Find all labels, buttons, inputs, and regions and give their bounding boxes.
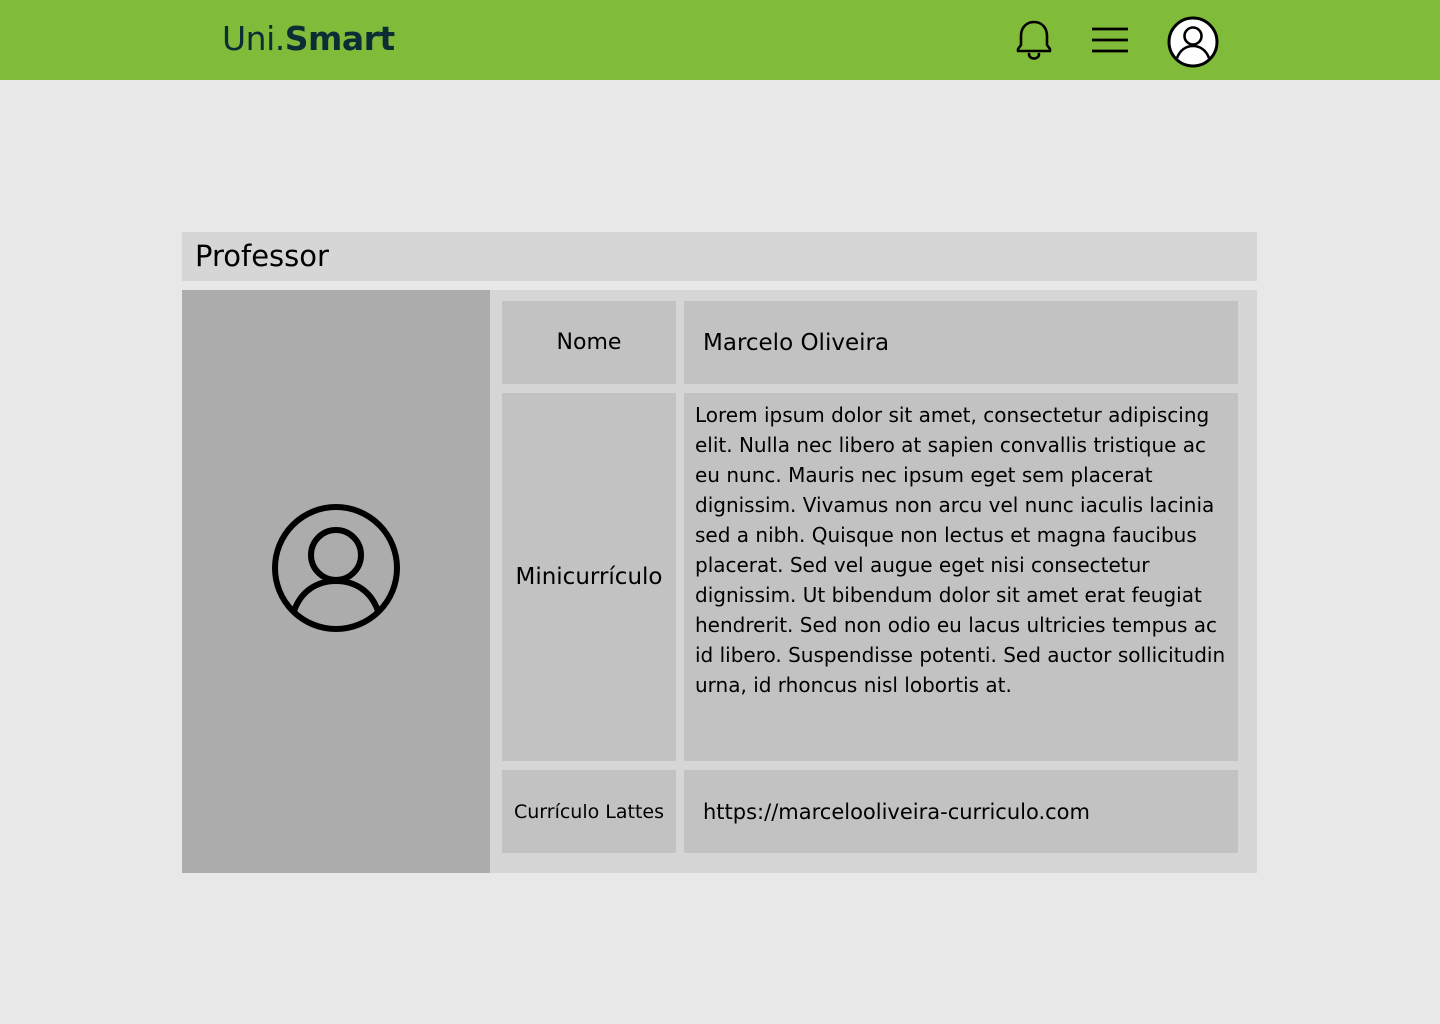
section-header: Professor [182, 232, 1257, 281]
brand-logo[interactable]: Uni.Smart [222, 19, 395, 59]
profile-photo-panel [182, 290, 490, 873]
account-icon-graphic [1167, 16, 1219, 68]
name-label-cell: Nome [502, 301, 676, 384]
lattes-value-cell: https://marcelooliveira-curriculo.com [684, 770, 1238, 853]
bio-text: Lorem ipsum dolor sit amet, consectetur … [695, 403, 1226, 697]
brand-strong: Smart [284, 19, 395, 58]
menu-icon-graphic [1092, 27, 1128, 53]
account-icon[interactable] [1166, 15, 1220, 69]
bell-icon-graphic [1016, 20, 1052, 60]
bio-label-cell: Minicurrículo [502, 393, 676, 761]
brand-prefix: Uni. [222, 19, 285, 58]
top-navigation-bar: Uni.Smart [0, 0, 1440, 80]
bio-label: Minicurrículo [515, 564, 663, 590]
professor-profile-card: Nome Marcelo Oliveira Minicurrículo Lore… [182, 290, 1257, 873]
name-value: Marcelo Oliveira [703, 329, 890, 356]
name-value-cell: Marcelo Oliveira [684, 301, 1238, 384]
user-avatar-icon [272, 504, 400, 632]
menu-icon[interactable] [1088, 20, 1132, 60]
bell-icon[interactable] [1012, 18, 1056, 62]
name-label: Nome [556, 330, 622, 355]
bio-value-cell: Lorem ipsum dolor sit amet, consectetur … [684, 393, 1238, 761]
lattes-label: Currículo Lattes [513, 800, 665, 823]
lattes-link[interactable]: https://marcelooliveira-curriculo.com [703, 800, 1090, 824]
lattes-label-cell: Currículo Lattes [502, 770, 676, 853]
page-title: Professor [195, 239, 329, 273]
